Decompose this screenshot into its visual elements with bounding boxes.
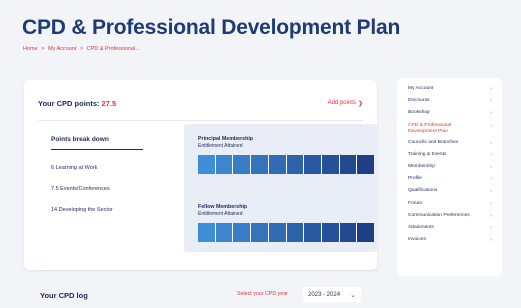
page-title: CPD & Professional Development Plan xyxy=(22,16,401,39)
progress-segment xyxy=(321,155,340,174)
breakdown-item: 14 Developing the Sector xyxy=(51,207,113,213)
sidebar-item-training-and-events[interactable]: Training & Events › xyxy=(408,152,492,164)
breadcrumb-separator: > xyxy=(41,46,45,52)
chevron-down-icon: ⌄ xyxy=(350,291,356,299)
progress-segment xyxy=(339,223,358,242)
sidebar-item-qualifications[interactable]: Qualifications › xyxy=(408,188,492,200)
chevron-right-icon: › xyxy=(490,176,492,183)
sidebar-item-label: Membership xyxy=(408,163,435,169)
sidebar-item-membership[interactable]: Membership › xyxy=(408,164,492,176)
sidebar-item-cpd-and-professional-development-plan[interactable]: CPD & Professional Development Plan › xyxy=(408,123,492,140)
sidebar-item-my-account[interactable]: My Account › xyxy=(408,86,492,98)
points-breakdown: Points break down 6 Learning at Work 7.5… xyxy=(51,136,166,213)
sidebar-item-label: Invoices xyxy=(408,237,426,243)
progress-segment xyxy=(339,155,358,174)
sidebar-item-communication-preferences[interactable]: Communication Preferences › xyxy=(408,213,492,225)
chevron-right-icon: › xyxy=(490,200,492,207)
progress-segment xyxy=(357,155,375,174)
add-points-link[interactable]: Add points ❯ xyxy=(328,100,363,107)
membership-progress-bar xyxy=(198,223,375,242)
progress-segment xyxy=(215,155,234,174)
chevron-right-icon: › xyxy=(490,212,492,219)
breadcrumb-current: CPD & Professional... xyxy=(86,46,140,52)
breadcrumb-my-account-link[interactable]: My Account xyxy=(48,46,76,52)
membership-status: Entitlement Attained xyxy=(198,143,243,149)
breakdown-item: 7.5 Events/Conferences xyxy=(51,186,110,192)
breakdown-item: 6 Learning at Work xyxy=(51,165,98,171)
membership-progress-bar xyxy=(198,155,375,174)
progress-segment xyxy=(286,223,305,242)
chevron-right-icon: › xyxy=(490,98,492,105)
add-points-label: Add points xyxy=(327,100,356,106)
progress-segment xyxy=(251,223,269,242)
chevron-right-icon: › xyxy=(490,224,492,231)
principal-membership: Principal Membership Entitlement Attaine… xyxy=(198,136,375,174)
sidebar-item-label: My Account xyxy=(408,86,434,91)
cpd-points-row: Your CPD points: 27.5 Add points ❯ xyxy=(38,96,363,110)
sidebar-item-label: Attainments xyxy=(408,224,434,230)
chevron-right-icon: › xyxy=(490,237,492,244)
progress-segment xyxy=(233,223,252,242)
cpd-points-heading: Your CPD points: 27.5 xyxy=(38,99,116,108)
chevron-right-icon: › xyxy=(490,110,492,117)
progress-segment xyxy=(198,155,216,174)
breadcrumb: Home > My Account > CPD & Professional..… xyxy=(23,46,140,52)
sidebar-item-label: Forum xyxy=(408,200,423,206)
progress-segment xyxy=(321,223,340,242)
account-sidebar: My Account › Discounts › Bookshop › CPD & Prof… xyxy=(397,78,502,276)
breadcrumb-separator: > xyxy=(79,46,84,52)
breadcrumb-home-link[interactable]: Home xyxy=(23,46,38,52)
membership-status: Entitlement Attained xyxy=(198,211,243,217)
cpd-points-label: Your CPD points: xyxy=(38,98,100,108)
cpd-year-select-label: Select your CPD year xyxy=(237,291,288,297)
chevron-right-icon: › xyxy=(490,163,492,170)
points-breakdown-title: Points break down xyxy=(51,136,143,150)
sidebar-item-attainments[interactable]: Attainments › xyxy=(408,225,492,237)
progress-segment xyxy=(268,155,287,174)
section-divider xyxy=(38,270,378,271)
chevron-right-icon: ❯ xyxy=(357,100,363,107)
chevron-right-icon: › xyxy=(490,139,492,146)
sidebar-item-label: Qualifications xyxy=(408,188,438,194)
progress-segment xyxy=(215,223,234,242)
sidebar-item-label: Profile xyxy=(408,176,422,182)
progress-segment xyxy=(357,223,375,242)
sidebar-item-discounts[interactable]: Discounts › xyxy=(408,98,492,110)
cpd-log-title: Your CPD log xyxy=(40,291,88,300)
chevron-right-icon: › xyxy=(490,188,492,195)
cpd-year-selected-value: 2023 - 2024 xyxy=(308,291,341,298)
progress-segment xyxy=(304,155,322,174)
progress-segment xyxy=(304,223,322,242)
cpd-year-select[interactable]: 2023 - 2024 ⌄ xyxy=(303,287,361,302)
sidebar-item-label: CPD & Professional Development Plan xyxy=(408,122,452,134)
sidebar-item-label: Training & Events xyxy=(408,151,447,157)
chevron-right-icon: › xyxy=(490,122,492,129)
cpd-points-value: 27.5 xyxy=(101,98,117,108)
cpd-points-card: Your CPD points: 27.5 Add points ❯ Points… xyxy=(24,80,377,270)
sidebar-item-bookshop[interactable]: Bookshop › xyxy=(408,110,492,122)
sidebar-item-label: Communication Preferences xyxy=(408,212,470,218)
chevron-right-icon: › xyxy=(490,151,492,158)
progress-segment xyxy=(286,155,305,174)
membership-name: Fellow Membership xyxy=(198,204,248,210)
chevron-right-icon: › xyxy=(490,86,492,92)
progress-segment xyxy=(233,155,252,174)
sidebar-item-invoices[interactable]: Invoices › xyxy=(408,237,492,249)
sidebar-item-label: Discounts xyxy=(408,98,430,104)
card-divider xyxy=(38,120,363,121)
sidebar-item-profile[interactable]: Profile › xyxy=(408,176,492,188)
sidebar-item-label: Councils and Branches xyxy=(408,139,459,145)
sidebar-item-label: Bookshop xyxy=(408,110,430,116)
progress-segment xyxy=(198,223,216,242)
sidebar-item-forum[interactable]: Forum › xyxy=(408,201,492,213)
fellow-membership: Fellow Membership Entitlement Attained xyxy=(198,204,375,242)
sidebar-item-councils-and-branches[interactable]: Councils and Branches › xyxy=(408,140,492,152)
progress-segment xyxy=(268,223,287,242)
membership-panel: Principal Membership Entitlement Attaine… xyxy=(184,124,377,252)
progress-segment xyxy=(251,155,269,174)
membership-name: Principal Membership xyxy=(198,136,254,142)
